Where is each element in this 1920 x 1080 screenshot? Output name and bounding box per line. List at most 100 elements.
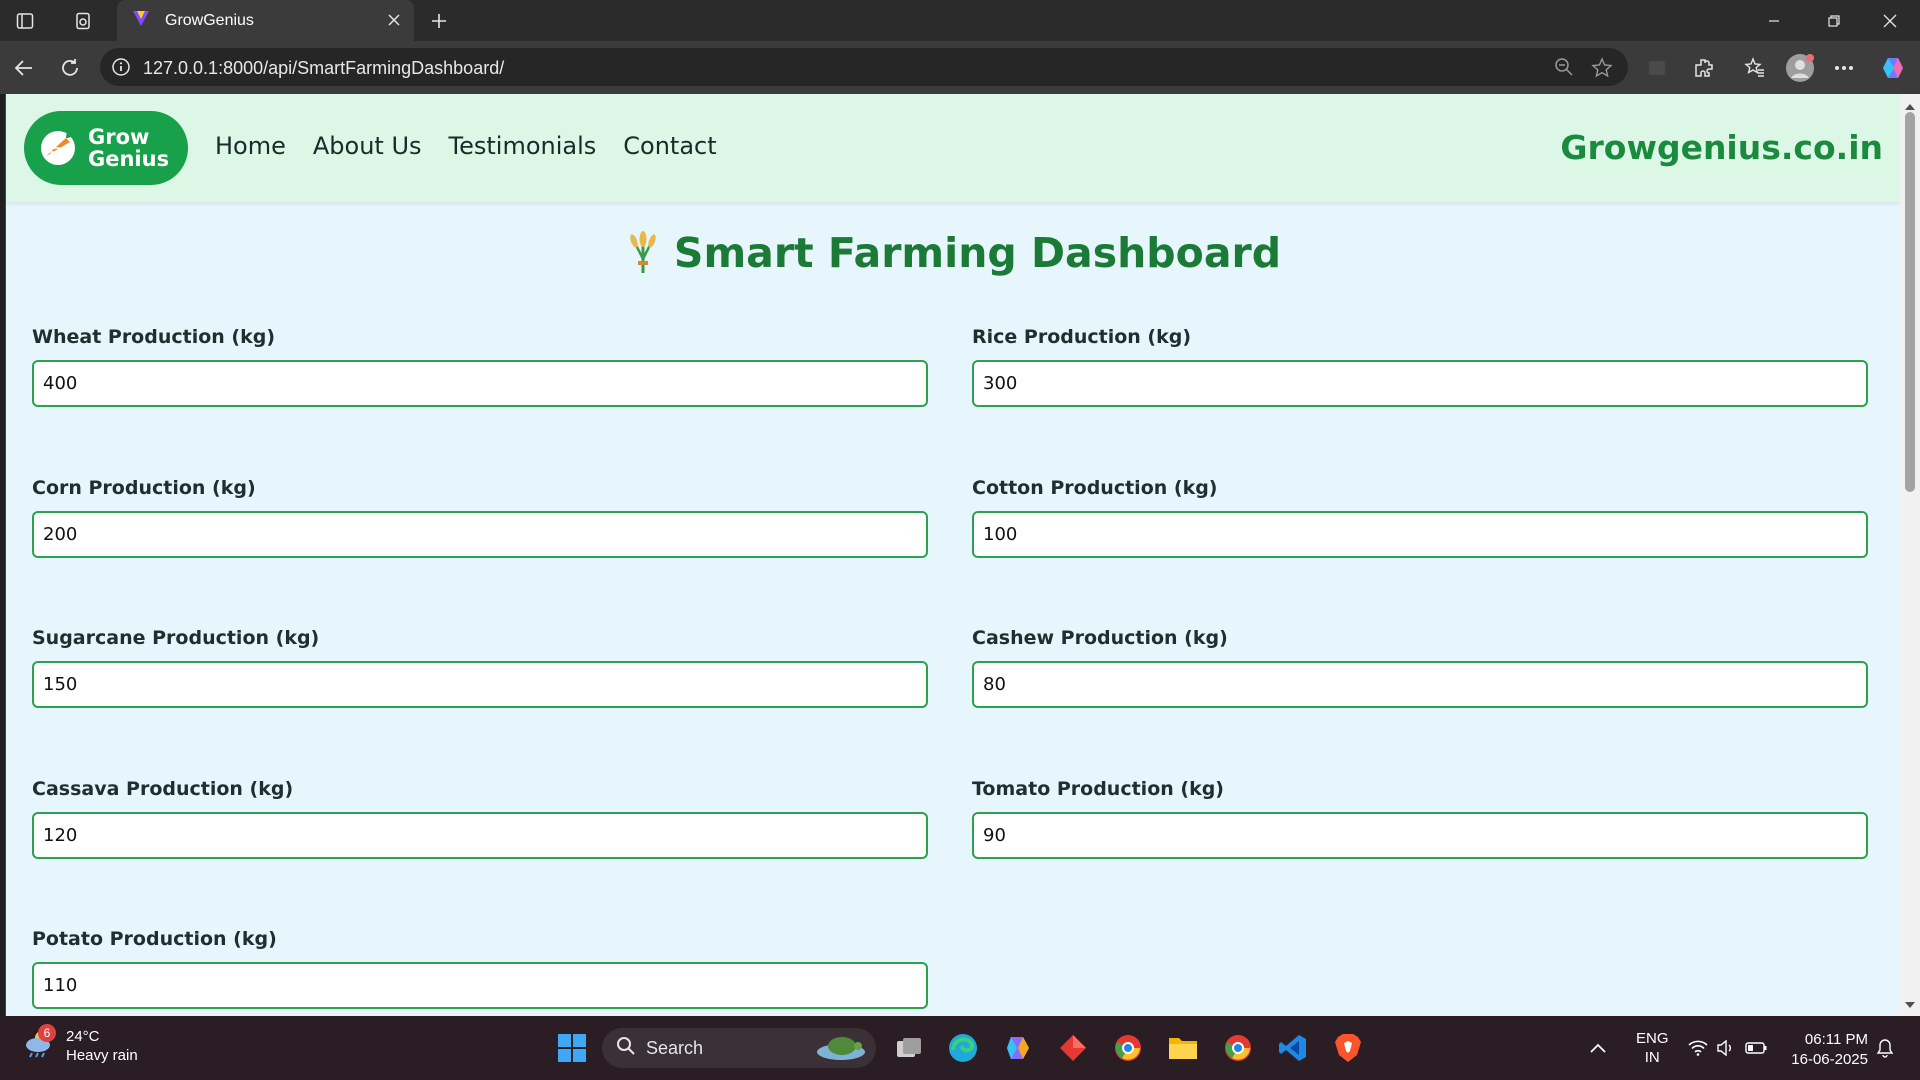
nav-link-about-us[interactable]: About Us	[313, 132, 422, 160]
new-tab-icon[interactable]	[424, 6, 454, 36]
main-nav: Home About Us Testimonials Contact	[215, 132, 744, 160]
chrome-icon[interactable]	[1220, 1030, 1256, 1066]
taskbar-search[interactable]: Search	[602, 1028, 876, 1068]
workspaces-icon[interactable]	[68, 6, 98, 36]
favorites-icon[interactable]	[1738, 51, 1772, 85]
back-icon[interactable]	[7, 51, 41, 85]
address-bar[interactable]: 127.0.0.1:8000/api/SmartFarmingDashboard…	[100, 48, 1628, 86]
logo-text-line2: Genius	[88, 147, 170, 171]
weather-badge: 6	[38, 1024, 56, 1042]
field-wheat: Wheat Production (kg)	[32, 326, 928, 407]
red-diamond-app-icon[interactable]	[1055, 1030, 1091, 1066]
page-viewport: Grow Genius Home About Us Testimonials C…	[5, 94, 1900, 1016]
corn-production-input[interactable]	[32, 511, 928, 558]
weather-condition: Heavy rain	[66, 1046, 138, 1064]
copilot-icon[interactable]	[1876, 51, 1910, 85]
volume-icon[interactable]	[1716, 1016, 1734, 1080]
brave-icon[interactable]	[1330, 1030, 1366, 1066]
weather-widget[interactable]: 6 24°C Heavy rain	[22, 1024, 138, 1065]
field-potato: Potato Production (kg)	[32, 928, 928, 1009]
scrollbar-thumb[interactable]	[1905, 112, 1915, 492]
field-label: Corn Production (kg)	[32, 477, 256, 499]
clock-time: 06:11 PM	[1804, 1031, 1868, 1048]
field-label: Rice Production (kg)	[972, 326, 1192, 348]
wheat-production-input[interactable]	[32, 360, 928, 407]
search-highlight-turtle-icon	[814, 1032, 868, 1069]
close-window-icon[interactable]	[1860, 0, 1920, 41]
chrome-profile-icon[interactable]	[1110, 1030, 1146, 1066]
field-label: Wheat Production (kg)	[32, 326, 276, 348]
taskbar-search-label: Search	[646, 1037, 704, 1058]
more-options-icon[interactable]	[1827, 51, 1861, 85]
field-cashew: Cashew Production (kg)	[972, 627, 1868, 708]
windows-taskbar: 6 24°C Heavy rain Search ENG IN 06:11 PM…	[0, 1016, 1920, 1080]
scroll-up-arrow-icon[interactable]	[1904, 100, 1916, 112]
start-windows-icon[interactable]	[554, 1030, 590, 1066]
show-hidden-icons-icon[interactable]	[1590, 1016, 1606, 1080]
tomato-production-input[interactable]	[972, 812, 1868, 859]
browser-tab-bar: GrowGenius	[0, 0, 1920, 41]
minimize-icon[interactable]	[1744, 0, 1804, 41]
field-cotton: Cotton Production (kg)	[972, 477, 1868, 558]
taskbar-clock[interactable]: 06:11 PM 16-06-2025	[1791, 1030, 1868, 1070]
input-language[interactable]: ENG IN	[1636, 1016, 1669, 1080]
tab-growgenius[interactable]: GrowGenius	[117, 0, 414, 41]
field-label: Cotton Production (kg)	[972, 477, 1218, 499]
page-title: Smart Farming Dashboard	[6, 229, 1900, 283]
vscode-icon[interactable]	[1275, 1030, 1311, 1066]
logo-text-line1: Grow	[88, 125, 150, 149]
copilot-app-icon[interactable]	[1000, 1030, 1036, 1066]
page-title-text: Smart Farming Dashboard	[673, 229, 1282, 277]
site-header: Grow Genius Home About Us Testimonials C…	[6, 94, 1900, 202]
site-info-icon[interactable]	[111, 57, 131, 82]
tab-close-icon[interactable]	[384, 10, 404, 30]
tab-title: GrowGenius	[165, 11, 254, 29]
site-logo[interactable]: Grow Genius	[24, 111, 188, 185]
site-domain: Growgenius.co.in	[1560, 128, 1883, 167]
lang-line2: IN	[1644, 1049, 1660, 1066]
notifications-bell-icon[interactable]	[1876, 1016, 1894, 1080]
zoom-icon[interactable]	[1554, 57, 1574, 82]
reload-icon[interactable]	[53, 51, 87, 85]
potato-production-input[interactable]	[32, 962, 928, 1009]
field-label: Sugarcane Production (kg)	[32, 627, 320, 649]
favorite-star-icon[interactable]	[1591, 57, 1613, 84]
sugarcane-production-input[interactable]	[32, 661, 928, 708]
edge-browser-icon[interactable]	[945, 1030, 981, 1066]
url-text: 127.0.0.1:8000/api/SmartFarmingDashboard…	[143, 58, 505, 78]
task-view-icon[interactable]	[891, 1030, 927, 1066]
scroll-down-arrow-icon[interactable]	[1904, 998, 1916, 1010]
field-label: Tomato Production (kg)	[972, 778, 1224, 800]
field-tomato: Tomato Production (kg)	[972, 778, 1868, 859]
sidebar-toggle-icon[interactable]	[10, 6, 40, 36]
wifi-icon[interactable]	[1688, 1016, 1708, 1080]
battery-icon[interactable]	[1745, 1016, 1767, 1080]
rice-production-input[interactable]	[972, 360, 1868, 407]
vertical-scrollbar[interactable]	[1900, 94, 1920, 1016]
field-cassava: Cassava Production (kg)	[32, 778, 928, 859]
field-rice: Rice Production (kg)	[972, 326, 1868, 407]
carrot-leaf-icon	[36, 122, 84, 175]
weather-temp: 24°C	[66, 1027, 100, 1045]
restore-icon[interactable]	[1804, 0, 1864, 41]
search-icon	[616, 1036, 636, 1061]
cashew-production-input[interactable]	[972, 661, 1868, 708]
field-label: Cashew Production (kg)	[972, 627, 1228, 649]
tab-favicon-icon	[131, 8, 151, 33]
clock-date: 16-06-2025	[1791, 1051, 1868, 1068]
field-label: Potato Production (kg)	[32, 928, 277, 950]
extensions-icon[interactable]	[1687, 51, 1721, 85]
cassava-production-input[interactable]	[32, 812, 928, 859]
field-label: Cassava Production (kg)	[32, 778, 294, 800]
cotton-production-input[interactable]	[972, 511, 1868, 558]
split-screen-icon[interactable]	[1640, 51, 1674, 85]
nav-link-home[interactable]: Home	[215, 132, 286, 160]
field-corn: Corn Production (kg)	[32, 477, 928, 558]
sheaf-of-rice-icon	[626, 229, 660, 283]
profile-avatar-icon[interactable]	[1783, 51, 1817, 85]
field-sugarcane: Sugarcane Production (kg)	[32, 627, 928, 708]
browser-nav-bar: 127.0.0.1:8000/api/SmartFarmingDashboard…	[0, 41, 1920, 94]
nav-link-contact[interactable]: Contact	[623, 132, 716, 160]
nav-link-testimonials[interactable]: Testimonials	[449, 132, 597, 160]
file-explorer-icon[interactable]	[1165, 1030, 1201, 1066]
